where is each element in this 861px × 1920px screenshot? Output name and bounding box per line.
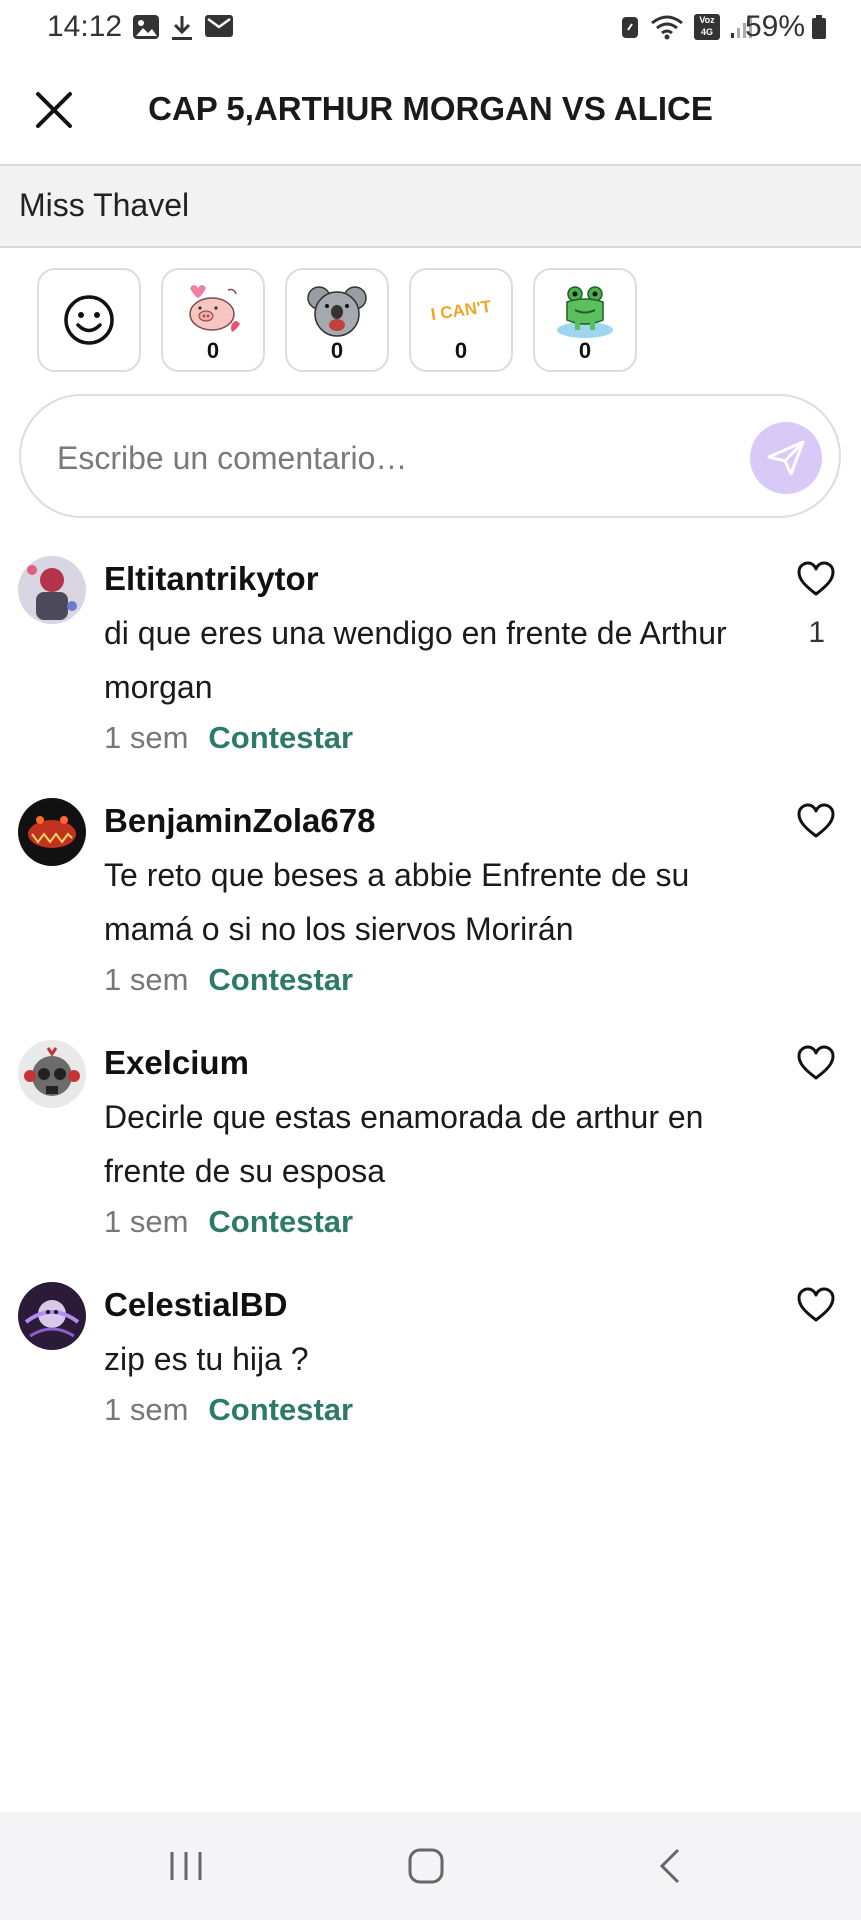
comment-username[interactable]: CelestialBD bbox=[104, 1286, 287, 1324]
comment-username[interactable]: Eltitantrikytor bbox=[104, 560, 319, 598]
pig-sticker-icon bbox=[189, 285, 240, 332]
status-notification-icons bbox=[132, 14, 234, 42]
reply-button[interactable]: Contestar bbox=[208, 962, 353, 998]
user-avatar-icon bbox=[18, 1040, 86, 1108]
comment-meta: 1 sem Contestar bbox=[104, 1204, 353, 1240]
data-saver-icon bbox=[622, 17, 638, 38]
comment-meta: 1 sem Contestar bbox=[104, 962, 353, 998]
like-count: 1 bbox=[808, 616, 825, 649]
comment-time: 1 sem bbox=[104, 962, 189, 997]
reply-button[interactable]: Contestar bbox=[208, 1204, 353, 1240]
battery-icon bbox=[812, 15, 826, 39]
author-name: Miss Thavel bbox=[19, 187, 190, 223]
comment-meta: 1 sem Contestar bbox=[104, 1392, 353, 1428]
heart-icon[interactable] bbox=[796, 1044, 836, 1082]
i-cant-sticker-icon: I CAN'T bbox=[430, 297, 493, 324]
system-nav-bar bbox=[0, 1812, 861, 1920]
comment-time: 1 sem bbox=[104, 720, 189, 755]
comment-username[interactable]: Exelcium bbox=[104, 1044, 249, 1082]
status-bar: 14:12 Voz 4G 59% bbox=[0, 0, 861, 58]
comment-item: Eltitantrikytor di que eres una wendigo … bbox=[0, 548, 861, 790]
comment-box bbox=[19, 394, 841, 518]
status-system-icons: Voz 4G bbox=[620, 14, 756, 40]
send-button[interactable] bbox=[750, 422, 822, 494]
heart-icon[interactable] bbox=[796, 1286, 836, 1324]
comment-text: Decirle que estas enamorada de arthur en… bbox=[104, 1099, 704, 1189]
avatar[interactable] bbox=[18, 1040, 86, 1108]
comment-list: Eltitantrikytor di que eres una wendigo … bbox=[0, 548, 861, 1464]
comment-time: 1 sem bbox=[104, 1392, 189, 1427]
avatar[interactable] bbox=[18, 798, 86, 866]
user-avatar-icon bbox=[18, 798, 86, 866]
volte-icon: Voz 4G bbox=[694, 14, 720, 40]
mail-icon bbox=[205, 15, 233, 37]
reaction-count: 0 bbox=[454, 338, 468, 363]
header: CAP 5,ARTHUR MORGAN VS ALICE bbox=[0, 58, 861, 166]
comment-time: 1 sem bbox=[104, 1204, 189, 1239]
battery-indicator: 59% bbox=[745, 10, 827, 44]
smiley-icon bbox=[64, 295, 114, 345]
frog-sticker-icon bbox=[557, 286, 613, 338]
comment-text: zip es tu hija ? bbox=[104, 1341, 309, 1377]
heart-icon[interactable] bbox=[796, 802, 836, 840]
user-avatar-icon bbox=[18, 556, 86, 624]
comment-username[interactable]: BenjaminZola678 bbox=[104, 802, 375, 840]
page-title: CAP 5,ARTHUR MORGAN VS ALICE bbox=[148, 90, 713, 127]
avatar[interactable] bbox=[18, 556, 86, 624]
i-cant-sticker-text: I CAN'T bbox=[430, 297, 493, 324]
send-icon bbox=[767, 440, 805, 476]
user-avatar-icon bbox=[18, 1282, 86, 1350]
battery-percent: 59% bbox=[744, 10, 805, 43]
home-icon[interactable] bbox=[406, 1846, 446, 1886]
back-icon[interactable] bbox=[650, 1846, 690, 1886]
comment-text: Te reto que beses a abbie Enfrente de su… bbox=[104, 857, 690, 947]
koala-sticker-icon bbox=[307, 286, 367, 337]
comment-text: di que eres una wendigo en frente de Art… bbox=[104, 615, 727, 705]
reaction-count: 0 bbox=[330, 338, 344, 363]
reaction-bar: 0 0 I CAN'T 0 0 bbox=[37, 268, 637, 372]
reply-button[interactable]: Contestar bbox=[208, 720, 353, 756]
gallery-icon bbox=[133, 15, 159, 39]
author-bar: Miss Thavel bbox=[0, 166, 861, 248]
comment-meta: 1 sem Contestar bbox=[104, 720, 353, 756]
reaction-count: 0 bbox=[206, 338, 220, 363]
reaction-frog[interactable]: 0 bbox=[533, 268, 637, 372]
heart-icon[interactable] bbox=[796, 560, 836, 598]
comment-input[interactable] bbox=[55, 430, 709, 486]
reply-button[interactable]: Contestar bbox=[208, 1392, 353, 1428]
recent-apps-icon[interactable] bbox=[166, 1846, 206, 1886]
comment-item: Exelcium Decirle que estas enamorada de … bbox=[0, 1032, 861, 1274]
reaction-koala[interactable]: 0 bbox=[285, 268, 389, 372]
wifi-icon bbox=[651, 15, 683, 40]
reaction-pig[interactable]: 0 bbox=[161, 268, 265, 372]
reaction-count: 0 bbox=[578, 338, 592, 363]
add-reaction-button[interactable] bbox=[37, 268, 141, 372]
reaction-i-cant[interactable]: I CAN'T 0 bbox=[409, 268, 513, 372]
download-icon bbox=[172, 16, 192, 40]
status-time: 14:12 bbox=[47, 10, 123, 43]
comment-item: BenjaminZola678 Te reto que beses a abbi… bbox=[0, 790, 861, 1032]
comment-item: CelestialBD zip es tu hija ? 1 sem Conte… bbox=[0, 1274, 861, 1464]
avatar[interactable] bbox=[18, 1282, 86, 1350]
